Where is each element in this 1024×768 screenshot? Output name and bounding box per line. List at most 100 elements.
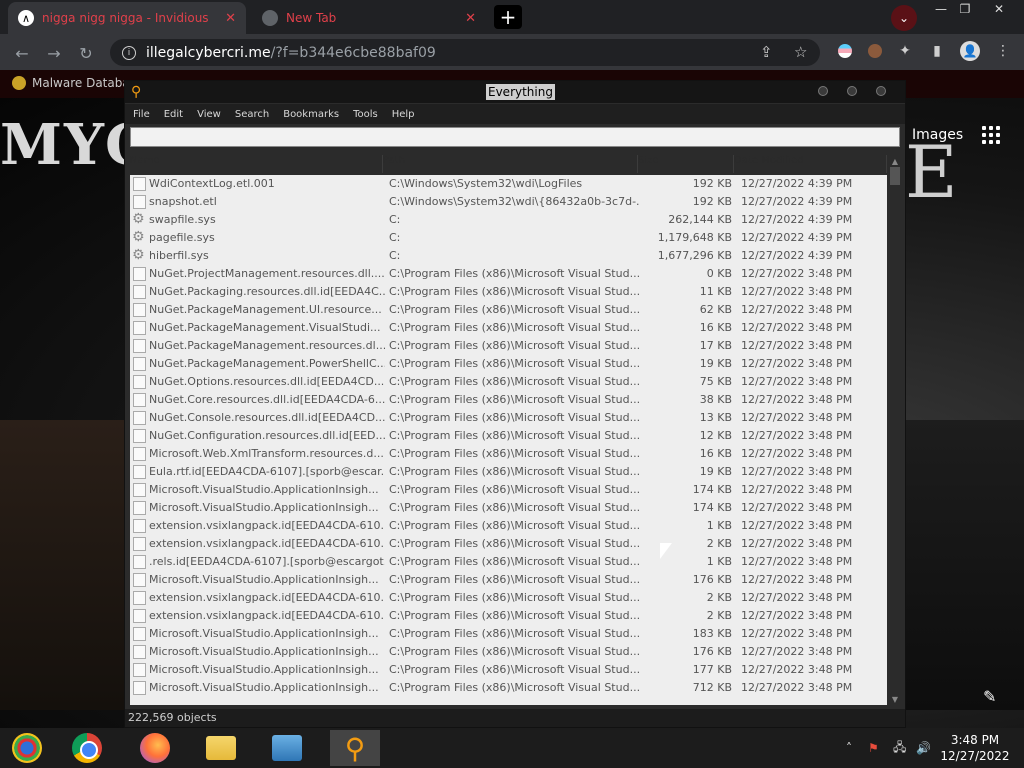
system-file-icon: ⚙ — [132, 247, 145, 263]
result-row[interactable]: Microsoft.Web.XmlTransform.resources.d..… — [130, 445, 887, 463]
extension-flag-icon[interactable] — [836, 42, 854, 60]
menu-file[interactable]: File — [133, 109, 150, 120]
tray-action-center-flag-icon[interactable]: ⚑ — [868, 728, 879, 768]
taskbar-chrome[interactable] — [62, 730, 112, 766]
result-row[interactable]: extension.vsixlangpack.id[EEDA4CDA-610..… — [130, 607, 887, 625]
scroll-down-icon[interactable]: ▼ — [888, 693, 902, 705]
column-header-path[interactable]: Path — [383, 155, 638, 173]
close-tab-icon[interactable]: ✕ — [465, 11, 476, 26]
side-panel-icon[interactable]: ▮ — [928, 42, 946, 60]
search-box[interactable] — [130, 127, 900, 149]
minimize-button[interactable] — [818, 86, 828, 96]
result-row[interactable]: Eula.rtf.id[EEDA4CDA-6107].[sporb@escar.… — [130, 463, 887, 481]
result-row[interactable]: Microsoft.VisualStudio.ApplicationInsigh… — [130, 499, 887, 517]
close-tab-icon[interactable]: ✕ — [225, 11, 236, 26]
window-title: Everything — [486, 84, 555, 100]
file-path-cell: C: — [389, 249, 401, 262]
site-info-icon[interactable]: i — [122, 45, 136, 60]
profile-avatar-icon[interactable]: 👤 — [960, 41, 980, 61]
close-window-button[interactable]: ✕ — [984, 0, 1014, 18]
scroll-thumb[interactable] — [890, 167, 900, 185]
result-row[interactable]: NuGet.Core.resources.dll.id[EEDA4CDA-6..… — [130, 391, 887, 409]
result-row[interactable]: Microsoft.VisualStudio.ApplicationInsigh… — [130, 625, 887, 643]
taskbar-clock[interactable]: 3:48 PM 12/27/2022 — [930, 732, 1020, 764]
search-input[interactable] — [131, 130, 899, 149]
menu-tools[interactable]: Tools — [353, 109, 378, 120]
result-row[interactable]: NuGet.Options.resources.dll.id[EEDA4CD..… — [130, 373, 887, 391]
address-bar[interactable]: i illegalcybercri.me/?f=b344e6cbe88baf09… — [110, 39, 820, 66]
column-header-name[interactable]: Name — [130, 155, 383, 173]
share-icon[interactable]: ⇪ — [760, 43, 773, 61]
taskbar-network-app[interactable] — [262, 730, 312, 766]
result-row[interactable]: NuGet.PackageManagement.resources.dl... C… — [130, 337, 887, 355]
result-row[interactable]: NuGet.Console.resources.dll.id[EEDA4CD..… — [130, 409, 887, 427]
result-row[interactable]: Microsoft.VisualStudio.ApplicationInsigh… — [130, 679, 887, 697]
restore-button[interactable]: ❐ — [950, 0, 980, 18]
result-row[interactable]: .rels.id[EEDA4CDA-6107].[sporb@escargot.… — [130, 553, 887, 571]
menu-view[interactable]: View — [197, 109, 221, 120]
result-row[interactable]: extension.vsixlangpack.id[EEDA4CDA-610..… — [130, 517, 887, 535]
menu-search[interactable]: Search — [235, 109, 269, 120]
menu-bookmarks[interactable]: Bookmarks — [283, 109, 339, 120]
result-row[interactable]: Microsoft.VisualStudio.ApplicationInsigh… — [130, 571, 887, 589]
tab-new-tab[interactable]: New Tab ✕ — [252, 2, 486, 34]
taskbar-file-explorer[interactable] — [196, 730, 246, 766]
images-link[interactable]: Images — [912, 127, 963, 143]
tray-chevron-icon[interactable]: ˄ — [846, 728, 852, 768]
bookmark-malware-database[interactable]: Malware Databa — [12, 76, 130, 90]
apps-grid-icon[interactable] — [982, 126, 1000, 144]
extensions-puzzle-icon[interactable]: ✦ — [896, 42, 914, 60]
result-row[interactable]: NuGet.Configuration.resources.dll.id[EED… — [130, 427, 887, 445]
file-path-cell: C:\Program Files (x86)\Microsoft Visual … — [389, 645, 639, 658]
column-header-date-modified[interactable]: Date Modified — [734, 155, 887, 173]
extension-avatar-icon[interactable] — [866, 42, 884, 60]
result-row[interactable]: ⚙ hiberfil.sys C: 1,677,296 KB 12/27/2022 4:… — [130, 247, 887, 265]
reload-button[interactable]: ↻ — [76, 43, 96, 63]
result-row[interactable]: snapshot.etl C:\Windows\System32\wdi\{864… — [130, 193, 887, 211]
result-row[interactable]: extension.vsixlangpack.id[EEDA4CDA-610..… — [130, 535, 887, 553]
menu-help[interactable]: Help — [392, 109, 415, 120]
taskbar-firefox[interactable] — [130, 730, 180, 766]
file-date-cell: 12/27/2022 4:39 PM — [741, 231, 853, 244]
result-row[interactable]: Microsoft.VisualStudio.ApplicationInsigh… — [130, 661, 887, 679]
bookmark-star-icon[interactable]: ☆ — [794, 43, 807, 61]
file-path-cell: C:\Program Files (x86)\Microsoft Visual … — [389, 609, 639, 622]
new-tab-button[interactable]: + — [494, 5, 522, 29]
result-row[interactable]: WdiContextLog.etl.001 C:\Windows\System32… — [130, 175, 887, 193]
taskbar-everything[interactable]: ⚲ — [330, 730, 380, 766]
forward-button[interactable]: → — [44, 43, 64, 63]
file-date-cell: 12/27/2022 3:48 PM — [741, 591, 853, 604]
close-button[interactable] — [876, 86, 886, 96]
file-size-cell: 0 KB — [706, 267, 732, 280]
everything-titlebar[interactable]: ⚲ Everything — [125, 81, 905, 103]
tray-network-icon[interactable]: 🖧 — [893, 728, 906, 768]
tab-invidious[interactable]: ∧ nigga nigg nigga - Invidious ✕ — [8, 2, 246, 34]
back-button[interactable]: ← — [12, 43, 32, 63]
column-header-size[interactable]: Size — [638, 155, 734, 173]
system-file-icon: ⚙ — [132, 211, 145, 227]
maximize-button[interactable] — [847, 86, 857, 96]
result-row[interactable]: ⚙ pagefile.sys C: 1,179,648 KB 12/27/2022 4:… — [130, 229, 887, 247]
result-row[interactable]: Microsoft.VisualStudio.ApplicationInsigh… — [130, 481, 887, 499]
file-path-cell: C:\Program Files (x86)\Microsoft Visual … — [389, 429, 639, 442]
tray-volume-icon[interactable]: 🔊 — [916, 728, 931, 768]
file-path-cell: C:\Program Files (x86)\Microsoft Visual … — [389, 663, 639, 676]
chrome-menu-icon[interactable]: ⋮ — [994, 42, 1012, 60]
file-date-cell: 12/27/2022 3:48 PM — [741, 519, 853, 532]
result-row[interactable]: ⚙ swapfile.sys C: 262,144 KB 12/27/2022 4:39… — [130, 211, 887, 229]
result-row[interactable]: NuGet.ProjectManagement.resources.dll...… — [130, 265, 887, 283]
scroll-up-icon[interactable]: ▲ — [888, 155, 902, 167]
tab-search-icon[interactable]: ⌄ — [891, 5, 917, 31]
result-row[interactable]: NuGet.PackageManagement.UI.resource... C:… — [130, 301, 887, 319]
start-button[interactable] — [2, 730, 52, 766]
result-row[interactable]: NuGet.Packaging.resources.dll.id[EEDA4C.… — [130, 283, 887, 301]
result-row[interactable]: Microsoft.VisualStudio.ApplicationInsigh… — [130, 643, 887, 661]
clock-time: 3:48 PM — [950, 733, 1000, 747]
menu-edit[interactable]: Edit — [164, 109, 183, 120]
vertical-scrollbar[interactable]: ▲ ▼ — [888, 155, 902, 705]
result-row[interactable]: NuGet.PackageManagement.VisualStudi... C:… — [130, 319, 887, 337]
edit-pencil-icon[interactable]: ✎ — [983, 687, 996, 706]
file-name-cell: Microsoft.VisualStudio.ApplicationInsigh… — [149, 483, 379, 496]
result-row[interactable]: NuGet.PackageManagement.PowerShellC... C:… — [130, 355, 887, 373]
result-row[interactable]: extension.vsixlangpack.id[EEDA4CDA-610..… — [130, 589, 887, 607]
